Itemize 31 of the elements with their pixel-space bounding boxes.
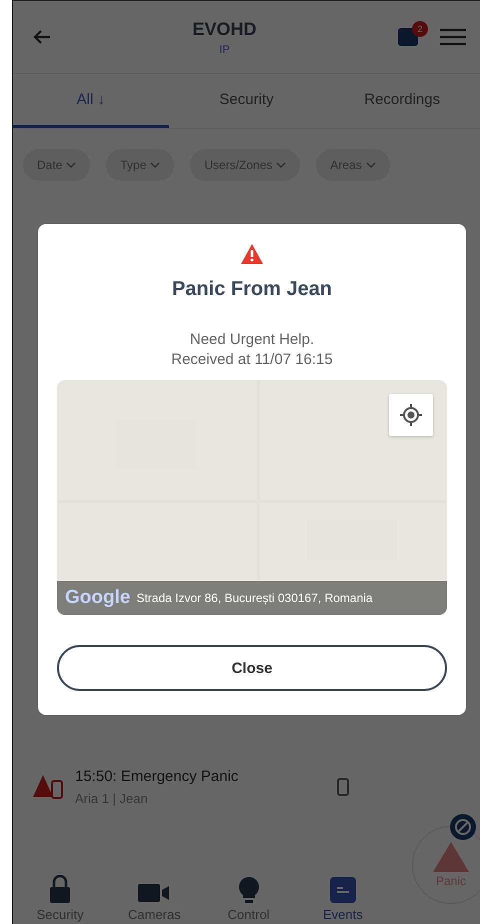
my-location-button[interactable] [389,394,433,436]
event-title: 15:50: Emergency Panic [75,768,240,785]
close-button[interactable]: Close [57,645,447,691]
warning-icon [433,842,469,872]
list-icon [330,877,356,903]
back-arrow-icon[interactable] [33,29,51,45]
alarm-phone-icon [33,775,63,799]
chevron-down-icon [66,162,76,168]
phone-icon [337,778,349,796]
dialog-message: Need Urgent Help. [190,331,314,348]
tab[interactable]: Security [168,74,324,128]
chevron-down-icon [150,162,160,168]
notification-count: 2 [412,21,428,37]
chevron-down-icon [276,162,286,168]
lock-icon [50,875,70,903]
video-camera-icon [138,883,170,903]
dialog-title: Panic From Jean [172,278,332,301]
disabled-icon [450,814,476,840]
map-brand: Google [65,587,130,609]
menu-icon[interactable] [440,28,466,46]
tab[interactable]: All ↓ [13,74,169,128]
nav-tab[interactable]: Events [296,866,390,924]
app-subtitle: IP [219,44,230,56]
received-time: Received at 11/07 16:15 [171,351,333,368]
address-text: Strada Izvor 86, București 030167, Romania [136,591,373,605]
crosshair-icon [400,404,422,426]
warning-icon [241,244,263,264]
chevron-down-icon [366,162,376,168]
tab[interactable]: Recordings [324,74,480,128]
app-title: EVOHD [192,18,256,40]
light-bulb-icon [238,877,259,903]
